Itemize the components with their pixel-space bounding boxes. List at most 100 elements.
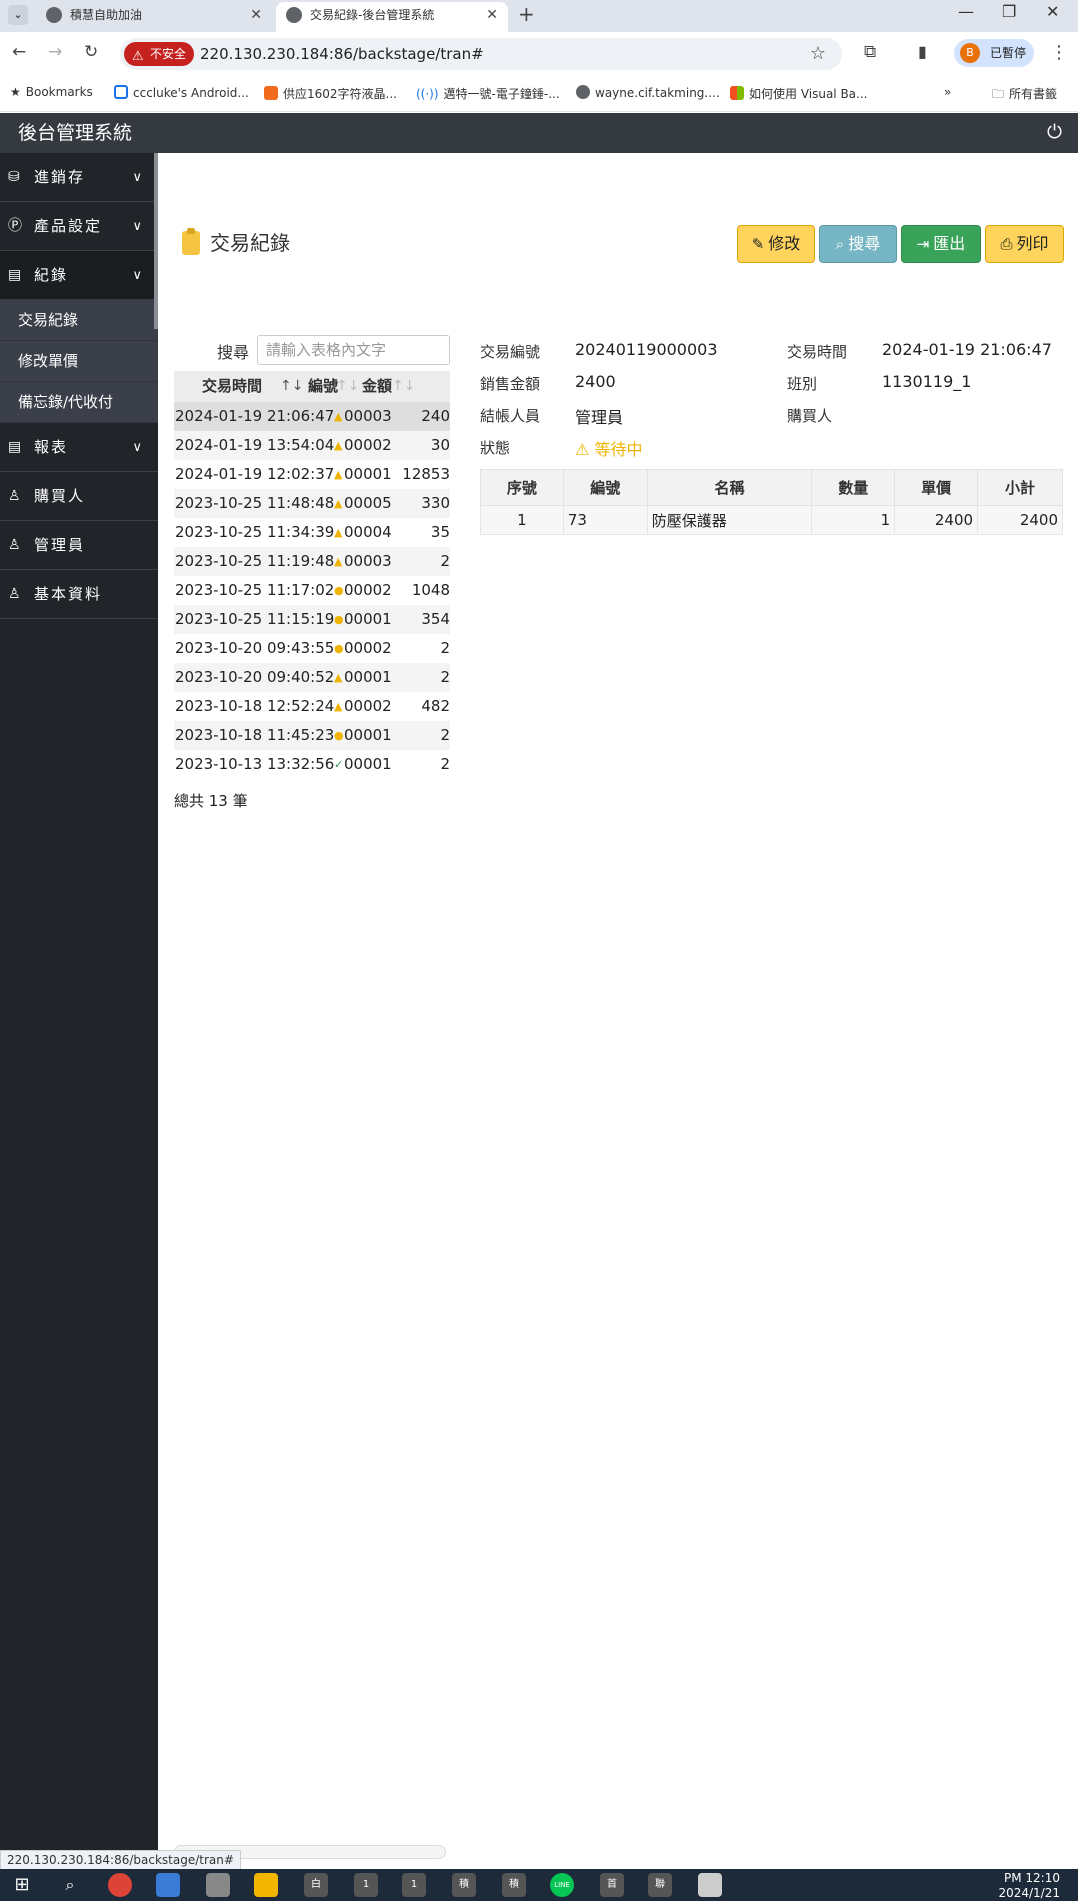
bookmark-star-icon[interactable]: ☆ <box>810 43 826 64</box>
taskbar-app[interactable]: 1 <box>402 1873 426 1897</box>
app-icon[interactable] <box>698 1873 722 1897</box>
list-item[interactable]: 2024-01-19 21:06:47 ▲ 00003 240 <box>174 402 450 431</box>
list-item[interactable]: 2023-10-25 11:19:48 ▲ 00003 2 <box>174 547 450 576</box>
column-header-time[interactable]: 交易時間 <box>202 371 262 402</box>
profile-button[interactable]: B 已暫停 <box>954 39 1034 67</box>
app-title[interactable]: 後台管理系統 <box>18 113 132 153</box>
system-clock[interactable]: PM 12:10 2024/1/21 <box>998 1871 1060 1901</box>
dot-icon: ● <box>334 729 344 742</box>
taskbar-app[interactable]: 聯 <box>648 1873 672 1897</box>
pencil-icon: ✎ <box>751 235 765 253</box>
close-tab-icon[interactable]: ✕ <box>486 2 498 28</box>
list-item[interactable]: 2023-10-18 12:52:24 ▲ 00002 482 <box>174 692 450 721</box>
list-item[interactable]: 2023-10-25 11:34:39 ▲ 00004 35 <box>174 518 450 547</box>
bookmark-item[interactable]: 供应1602字符液晶... <box>264 85 397 102</box>
back-arrow-icon[interactable]: ← <box>12 42 26 62</box>
page-title: 交易紀錄 <box>210 231 290 255</box>
sidebar-item-records[interactable]: ▤ 紀錄 ∨ <box>0 251 158 300</box>
chrome-icon[interactable] <box>108 1873 132 1897</box>
sort-icon[interactable]: ↑↓ <box>336 371 359 402</box>
row-amount: 1048 <box>411 581 450 599</box>
profile-label: 已暫停 <box>990 46 1027 60</box>
sidebar-item-product-settings[interactable]: Ⓟ 產品設定 ∨ <box>0 202 158 251</box>
minimize-icon[interactable]: — <box>958 2 974 21</box>
list-item[interactable]: 2023-10-25 11:48:48 ▲ 00005 330 <box>174 489 450 518</box>
app-icon[interactable] <box>156 1873 180 1897</box>
browser-menu-icon[interactable]: ⋮ <box>1050 42 1068 63</box>
cubes-icon: ⛁ <box>8 169 22 185</box>
sort-icon[interactable]: ↑↓ <box>280 371 303 402</box>
column-header-no[interactable]: 編號 <box>308 371 338 402</box>
table-row[interactable]: 1 73 防壓保護器 1 2400 2400 <box>480 505 1063 535</box>
chevron-down-icon: ∨ <box>132 219 144 234</box>
export-button[interactable]: ⇥ 匯出 <box>901 225 981 263</box>
row-amount: 2 <box>440 639 450 657</box>
sidebar-item-admins[interactable]: ♙ 管理員 <box>0 521 158 570</box>
more-bookmarks-icon[interactable]: » <box>944 85 951 99</box>
list-item[interactable]: 2023-10-13 13:32:56 ✓ 00001 2 <box>174 750 450 779</box>
user-icon: ♙ <box>8 488 23 504</box>
microsoft-icon <box>730 86 744 100</box>
cell-code: 73 <box>562 505 648 535</box>
taskbar-app[interactable]: 1 <box>354 1873 378 1897</box>
all-bookmarks-folder[interactable]: 🗀 所有書籤 <box>992 85 1057 106</box>
bookmark-item[interactable]: 如何使用 Visual Ba... <box>730 85 867 102</box>
restore-icon[interactable]: ❐ <box>1002 2 1016 21</box>
insecure-badge[interactable]: ⚠ 不安全 <box>124 42 195 66</box>
list-item[interactable]: 2023-10-18 11:45:23 ● 00001 2 <box>174 721 450 750</box>
app-icon[interactable] <box>206 1873 230 1897</box>
sidebar-item-basic-info[interactable]: ♙ 基本資料 <box>0 570 158 619</box>
sidebar-item-buyers[interactable]: ♙ 購買人 <box>0 472 158 521</box>
search-icon[interactable]: ⌕ <box>58 1873 82 1897</box>
windows-start-icon[interactable]: ⊞ <box>10 1873 34 1897</box>
bookmark-item[interactable]: ((·)) 邁特一號-電子鐘錘-... <box>416 85 560 102</box>
power-logout-icon[interactable]: ⏻ <box>1047 121 1062 143</box>
reload-icon[interactable]: ↻ <box>84 42 98 62</box>
taskbar-app[interactable]: 白 <box>304 1873 328 1897</box>
sidebar-subitem-edit-price[interactable]: 修改單價 <box>0 341 158 382</box>
file-explorer-icon[interactable] <box>254 1873 278 1897</box>
edit-button[interactable]: ✎ 修改 <box>737 225 815 263</box>
list-item[interactable]: 2023-10-20 09:43:55 ● 00002 2 <box>174 634 450 663</box>
sort-icon[interactable]: ↑↓ <box>392 371 415 402</box>
print-button[interactable]: ⎙ 列印 <box>985 225 1064 263</box>
browser-tab-1[interactable]: 積慧自助加油 ✕ <box>36 2 272 32</box>
close-tab-icon[interactable]: ✕ <box>250 2 262 28</box>
column-header-amount[interactable]: 金額 <box>362 371 392 402</box>
side-panel-icon[interactable]: ▮ <box>918 42 927 61</box>
bookmark-item[interactable]: cccluke's Android... <box>114 85 249 100</box>
forward-arrow-icon[interactable]: → <box>48 42 62 62</box>
browser-tab-2-active[interactable]: 交易紀錄-後台管理系統 ✕ <box>276 2 508 32</box>
list-item[interactable]: 2023-10-25 11:15:19 ● 00001 354 <box>174 605 450 634</box>
globe-icon <box>46 7 62 23</box>
globe-icon <box>286 7 302 23</box>
extensions-puzzle-icon[interactable]: ⧉ <box>864 42 876 62</box>
tab-search-chevron-icon[interactable]: ⌄ <box>8 5 28 25</box>
list-item[interactable]: 2024-01-19 12:02:37 ▲ 00001 12853 <box>174 460 450 489</box>
sidebar: ⛁ 進銷存 ∨ Ⓟ 產品設定 ∨ ▤ 紀錄 ∨ 交易紀錄 修改單價 備忘錄/代收… <box>0 153 158 1869</box>
row-no: 00002 <box>344 436 392 454</box>
sidebar-subitem-transactions[interactable]: 交易紀錄 <box>0 300 158 341</box>
list-item[interactable]: 2023-10-25 11:17:02 ● 00002 1048 <box>174 576 450 605</box>
taskbar-app[interactable]: 首 <box>600 1873 624 1897</box>
folder-icon: 🗀 <box>992 87 1005 101</box>
taskbar-app[interactable]: 積 <box>452 1873 476 1897</box>
new-tab-plus-icon[interactable]: + <box>518 2 535 26</box>
bookmark-item[interactable]: ★ Bookmarks <box>10 85 93 99</box>
sidebar-subitem-memo[interactable]: 備忘錄/代收付 <box>0 382 158 423</box>
list-item[interactable]: 2024-01-19 13:54:04 ▲ 00002 30 <box>174 431 450 460</box>
list-item[interactable]: 2023-10-20 09:40:52 ▲ 00001 2 <box>174 663 450 692</box>
window-close-icon[interactable]: ✕ <box>1046 2 1059 21</box>
search-input[interactable] <box>257 335 450 365</box>
bookmark-item[interactable]: wayne.cif.takming.... <box>576 85 720 100</box>
sidebar-item-label: 紀錄 <box>34 266 69 284</box>
line-app-icon[interactable]: LINE <box>550 1873 574 1897</box>
row-amount: 35 <box>430 523 450 541</box>
address-bar[interactable]: ⚠ 不安全 220.130.230.184:86/backstage/tran#… <box>120 38 842 70</box>
sidebar-item-label: 管理員 <box>34 536 86 554</box>
search-button[interactable]: ⌕ 搜尋 <box>819 225 897 263</box>
row-no: 00003 <box>344 552 392 570</box>
taskbar-app[interactable]: 積 <box>502 1873 526 1897</box>
sidebar-item-inventory[interactable]: ⛁ 進銷存 ∨ <box>0 153 158 202</box>
sidebar-item-reports[interactable]: ▤ 報表 ∨ <box>0 423 158 472</box>
